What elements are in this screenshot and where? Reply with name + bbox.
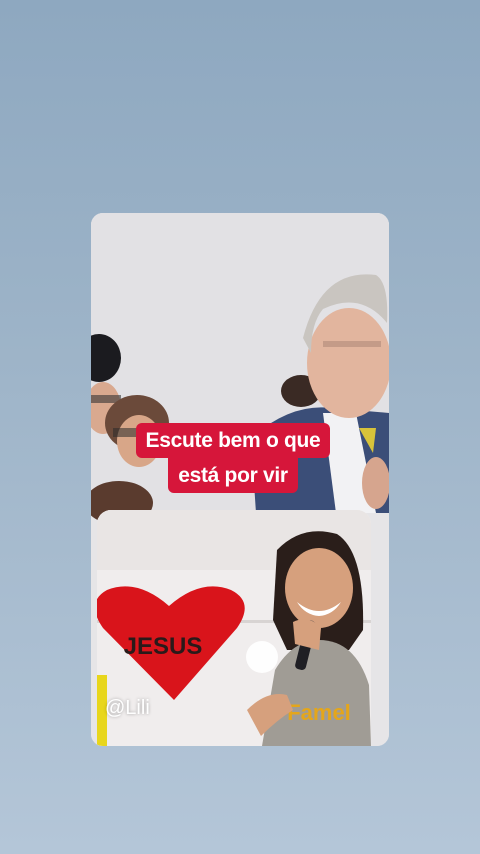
caption-line-1: Escute bem o que [135,423,331,458]
heart-sign-text: JESUS [124,633,203,660]
story-caption: Escute bem o que está por vir [125,423,341,494]
caption-line-2: está por vir [168,458,298,493]
story-media-card[interactable]: Escute bem o que está por vir JESUS Fame… [91,213,389,746]
story-screen: { "caption": { "line1": "Escute bem o qu… [0,0,480,854]
username-label[interactable]: @Lili [105,697,150,720]
shirt-text: Famel [287,700,351,725]
